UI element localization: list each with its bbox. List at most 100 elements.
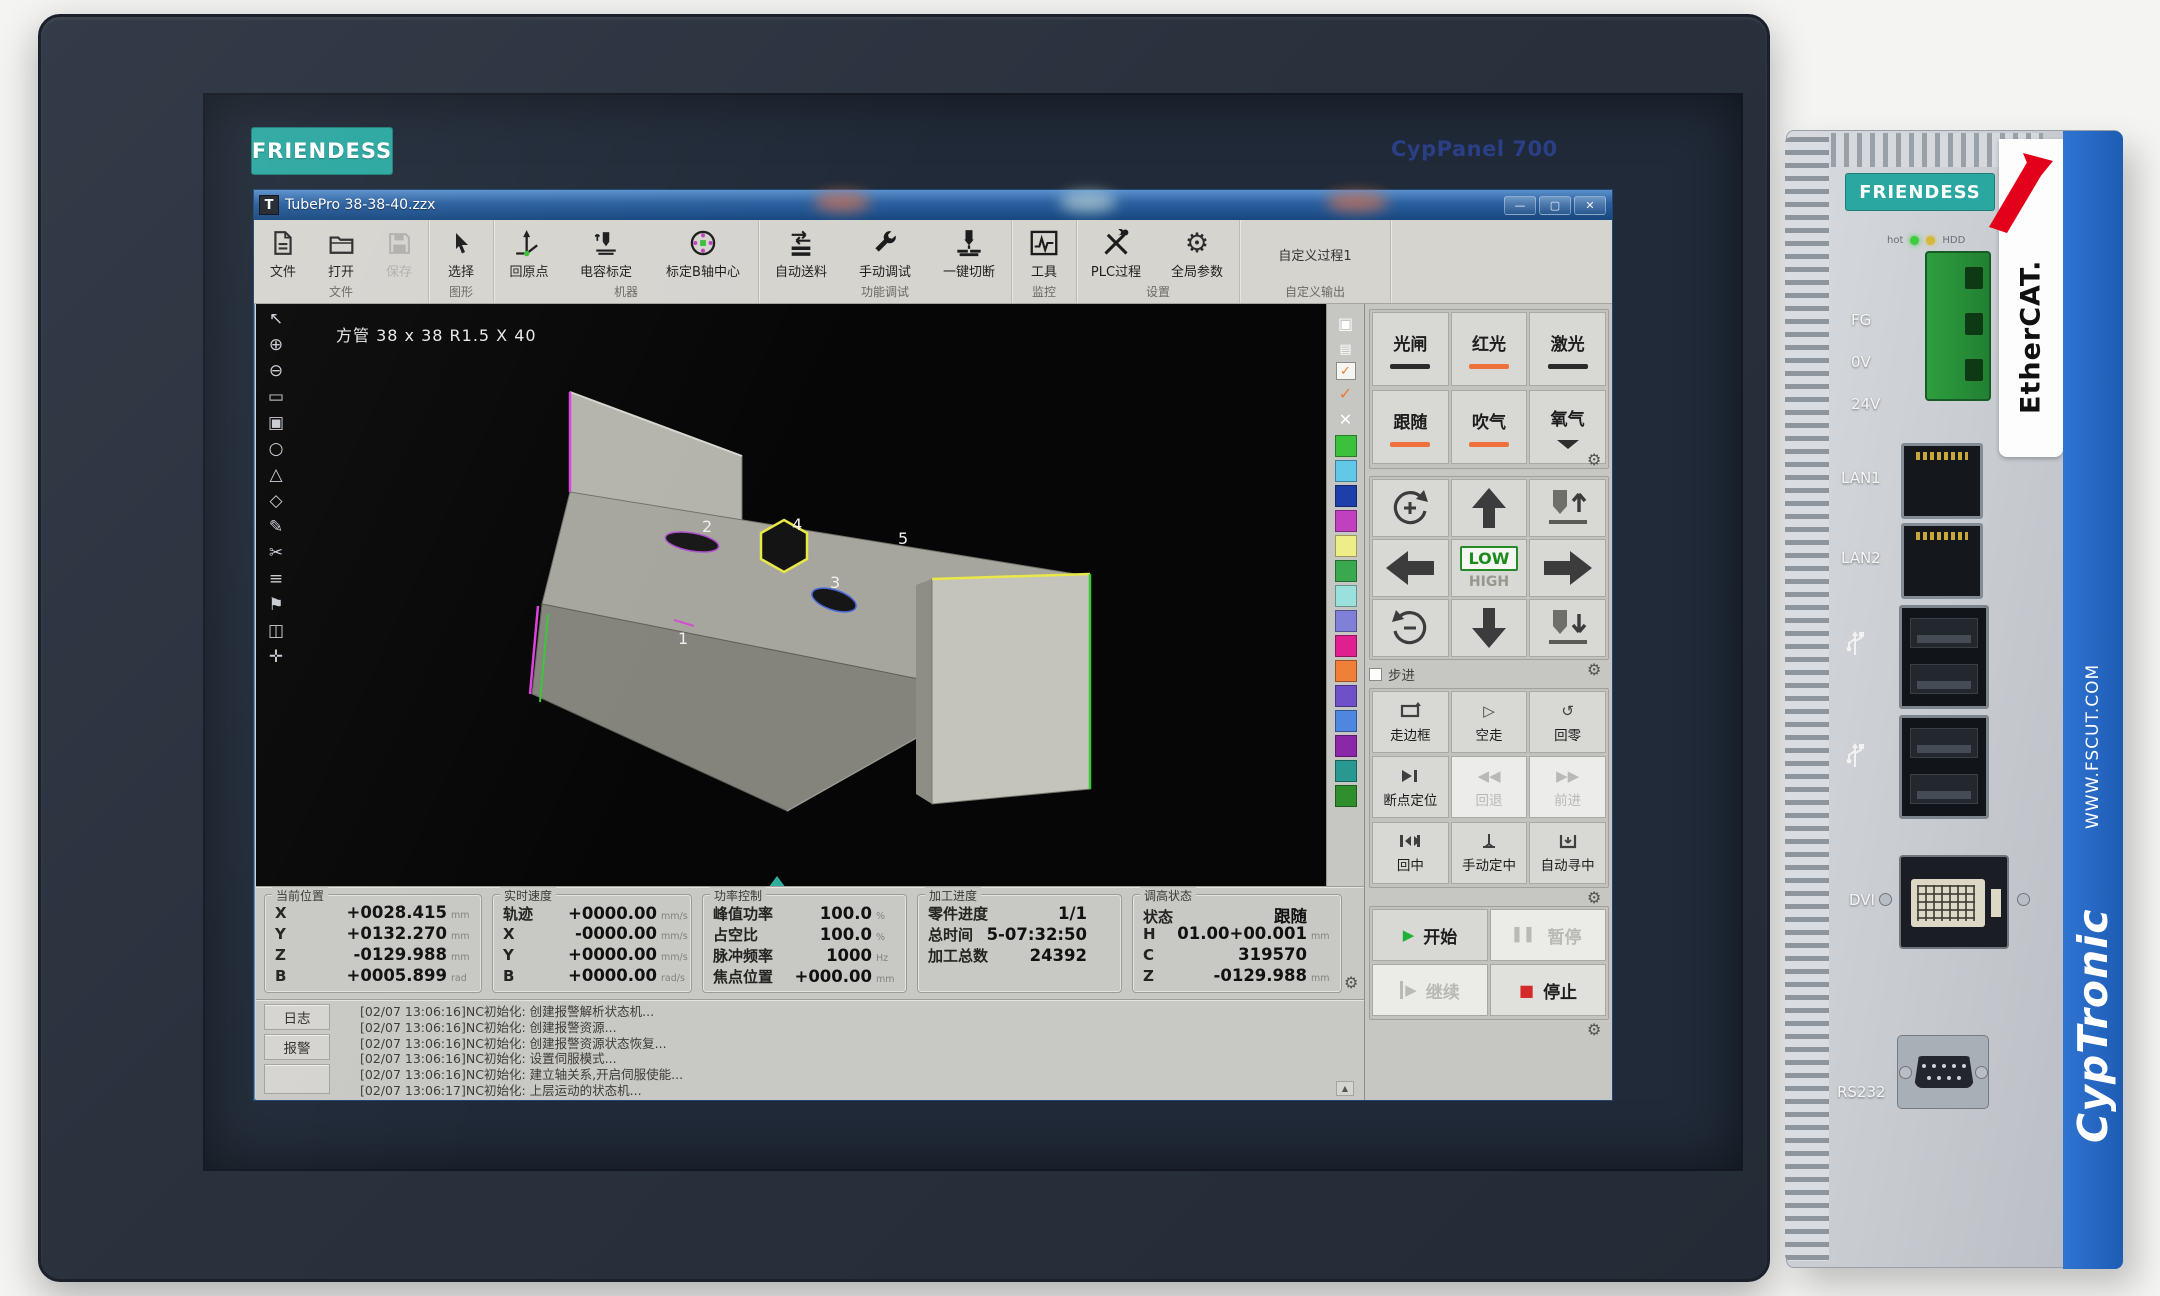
triangle-tool-icon[interactable]: △ xyxy=(269,466,282,485)
blow-button[interactable]: 吹气 xyxy=(1451,390,1528,464)
dvi-jack-nut xyxy=(1879,893,1892,906)
jog-up-button[interactable] xyxy=(1451,479,1528,537)
cross-tool-icon[interactable]: ✛ xyxy=(269,648,283,667)
circle-tool-icon[interactable]: ○ xyxy=(269,440,284,459)
flag-tool-icon[interactable]: ⚑ xyxy=(268,596,283,615)
toolbar-group-graphics: 选择 图形 xyxy=(429,220,494,303)
tube-part-model: 2 4 3 5 1 xyxy=(496,364,1146,844)
plc-process-button[interactable]: PLC过程 xyxy=(1077,220,1155,284)
rotate-minus-button[interactable] xyxy=(1372,599,1449,657)
rotate-minus-icon xyxy=(1388,606,1432,650)
ruler-icon[interactable]: ▤ xyxy=(1339,336,1351,362)
speed-panel-title: 实时速度 xyxy=(500,887,556,904)
arrow-right-icon xyxy=(1542,548,1594,588)
zoom-out-icon[interactable]: ⊖ xyxy=(269,362,283,381)
motion-settings-gear-icon[interactable]: ⚙ xyxy=(1587,890,1601,906)
jog-pad: LOW HIGH xyxy=(1369,476,1609,660)
toggle-check-icon[interactable]: ✓ xyxy=(1336,362,1356,380)
layer-color-swatch[interactable] xyxy=(1335,510,1357,532)
manual-debug-button[interactable]: 手动调试 xyxy=(843,220,927,284)
select-button[interactable]: 选择 xyxy=(429,220,493,284)
mirror-tool-icon[interactable]: ◫ xyxy=(268,622,284,641)
io-settings-gear-icon[interactable]: ⚙ xyxy=(1587,452,1601,468)
nozzle-down-button[interactable] xyxy=(1529,599,1606,657)
speed-toggle[interactable]: LOW HIGH xyxy=(1451,539,1528,597)
one-key-cut-button[interactable]: 一键切断 xyxy=(927,220,1011,284)
follow-button[interactable]: 跟随 xyxy=(1372,390,1449,464)
calibrate-b-center-button[interactable]: 标定B轴中心 xyxy=(648,220,758,284)
layer-color-swatch[interactable] xyxy=(1335,535,1357,557)
jog-left-button[interactable] xyxy=(1372,539,1449,597)
zoom-window-icon[interactable]: ▭ xyxy=(268,388,284,407)
auto-feed-button[interactable]: 自动送料 xyxy=(759,220,843,284)
viewport-3d[interactable]: ↖ ⊕ ⊖ ▭ ▣ ○ △ ◇ ✎ ✂ ≡ ⚑ ◫ ✛ 方管 38 x 38 R… xyxy=(256,304,1326,886)
jog-settings-gear-icon[interactable]: ⚙ xyxy=(1587,662,1601,678)
laser-button[interactable]: 激光 xyxy=(1529,312,1606,386)
layer-color-swatch[interactable] xyxy=(1335,485,1357,507)
file-button[interactable]: 文件 xyxy=(254,220,312,284)
layer-color-swatch[interactable] xyxy=(1335,435,1357,457)
led-label-left: hot xyxy=(1887,235,1903,246)
layer-color-swatch[interactable] xyxy=(1335,560,1357,582)
open-button[interactable]: 打开 xyxy=(312,220,370,284)
layers-icon[interactable]: ▣ xyxy=(1338,310,1353,336)
group-label-graphics: 图形 xyxy=(429,284,493,303)
global-params-button[interactable]: ⚙ 全局参数 xyxy=(1155,220,1239,284)
drawing-toolbar[interactable]: ↖ ⊕ ⊖ ▭ ▣ ○ △ ◇ ✎ ✂ ≡ ⚑ ◫ ✛ xyxy=(262,310,290,667)
monitor-brand-logo: FRIENDESS xyxy=(251,127,393,175)
layer-color-swatch[interactable] xyxy=(1335,735,1357,757)
jog-down-button[interactable] xyxy=(1451,599,1528,657)
return-zero-button[interactable]: ↺ 回零 xyxy=(1529,691,1606,753)
log-scroll-up-button[interactable]: ▲ xyxy=(1336,1081,1354,1096)
confirm-icon[interactable]: ✓ xyxy=(1339,380,1352,406)
layer-color-swatch[interactable] xyxy=(1335,785,1357,807)
go-origin-button[interactable]: 回原点 xyxy=(494,220,564,284)
layer-color-swatch[interactable] xyxy=(1335,610,1357,632)
layer-color-swatch[interactable] xyxy=(1335,685,1357,707)
close-button[interactable]: ✕ xyxy=(1574,196,1606,215)
draw-tool-icon[interactable]: ✎ xyxy=(269,518,283,537)
nozzle-up-button[interactable] xyxy=(1529,479,1606,537)
rotate-plus-button[interactable] xyxy=(1372,479,1449,537)
run-frame-button[interactable]: 走边框 xyxy=(1372,691,1449,753)
capacitance-calibration-button[interactable]: 电容标定 xyxy=(564,220,648,284)
maximize-button[interactable]: ▢ xyxy=(1539,196,1571,215)
manual-centering-button[interactable]: 手动定中 xyxy=(1451,822,1528,884)
origin-axes-icon xyxy=(515,225,543,261)
step-mode-row: 步进 xyxy=(1369,664,1415,684)
cancel-icon[interactable]: ✕ xyxy=(1339,406,1352,432)
select-tool-icon[interactable]: ↖ xyxy=(269,310,283,329)
24v-pin-label: 24V xyxy=(1851,395,1880,413)
auto-centering-button[interactable]: 自动寻中 xyxy=(1529,822,1606,884)
red-light-button[interactable]: 红光 xyxy=(1451,312,1528,386)
diamond-tool-icon[interactable]: ◇ xyxy=(269,492,282,511)
step-checkbox[interactable] xyxy=(1369,668,1382,681)
jog-right-button[interactable] xyxy=(1529,539,1606,597)
title-bar[interactable]: T TubePro 38-38-40.zzx — ▢ ✕ xyxy=(254,190,1612,220)
breakpoint-locate-button[interactable]: 断点定位 xyxy=(1372,756,1449,818)
status-settings-gear-icon[interactable]: ⚙ xyxy=(1344,975,1358,991)
start-button[interactable]: ▶ 开始 xyxy=(1372,909,1488,961)
custom-process-button[interactable]: 自定义过程1 xyxy=(1240,220,1390,284)
layer-color-swatch[interactable] xyxy=(1335,460,1357,482)
minimize-button[interactable]: — xyxy=(1504,196,1536,215)
layer-color-swatch[interactable] xyxy=(1335,660,1357,682)
power-panel: 功率控制 峰值功率100.0% 占空比100.0% 脉冲频率1000Hz 焦点位… xyxy=(702,894,907,993)
tools-button[interactable]: 工具 xyxy=(1012,220,1076,284)
stop-button[interactable]: ■ 停止 xyxy=(1490,964,1606,1016)
shutter-button[interactable]: 光闸 xyxy=(1372,312,1449,386)
layer-color-swatch[interactable] xyxy=(1335,760,1357,782)
list-tool-icon[interactable]: ≡ xyxy=(269,570,283,589)
cut-tool-icon[interactable]: ✂ xyxy=(269,544,283,563)
layer-color-swatch[interactable] xyxy=(1335,635,1357,657)
zoom-in-icon[interactable]: ⊕ xyxy=(269,336,283,355)
tab-alarm[interactable]: 报警 xyxy=(264,1034,330,1060)
run-settings-gear-icon[interactable]: ⚙ xyxy=(1587,1022,1601,1038)
tab-log[interactable]: 日志 xyxy=(264,1004,330,1030)
fit-view-icon[interactable]: ▣ xyxy=(268,414,284,433)
layer-color-swatch[interactable] xyxy=(1335,710,1357,732)
return-center-button[interactable]: 回中 xyxy=(1372,822,1449,884)
dry-run-button[interactable]: ▷ 空走 xyxy=(1451,691,1528,753)
layer-color-swatch[interactable] xyxy=(1335,585,1357,607)
rs232-port xyxy=(1897,1035,1989,1109)
